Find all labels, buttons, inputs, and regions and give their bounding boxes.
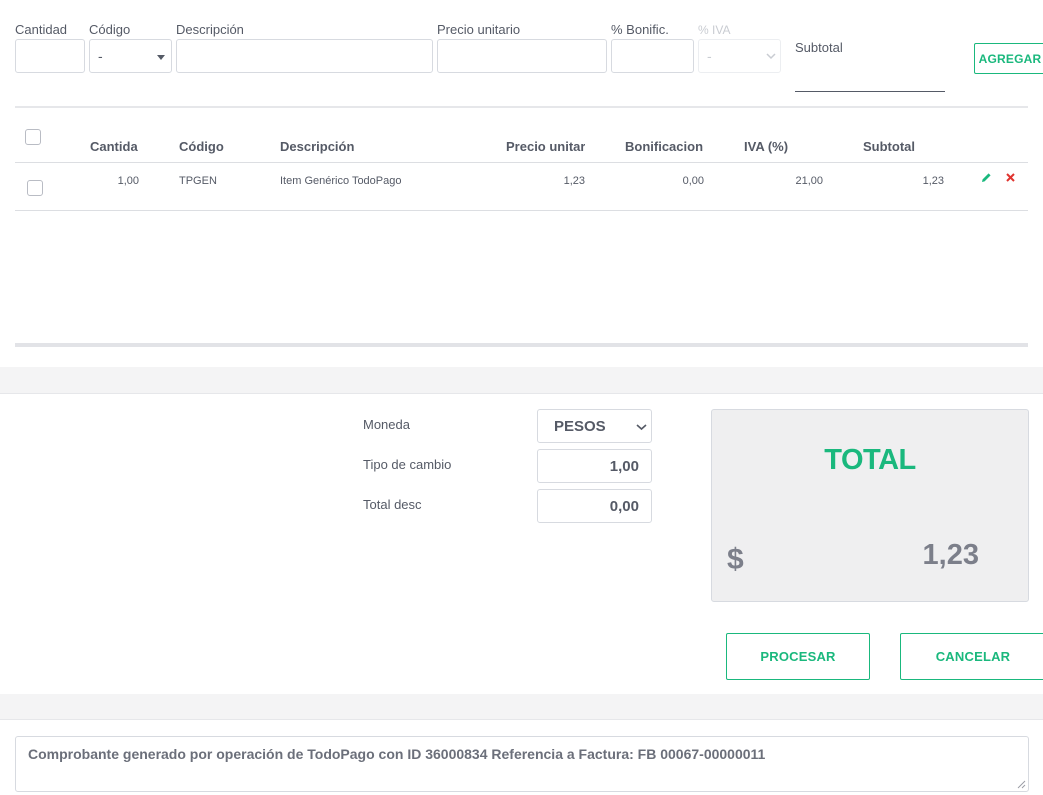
cell-codigo: TPGEN (179, 175, 217, 187)
total-desc-label: Total desc (363, 497, 422, 512)
agregar-button[interactable]: AGREGAR (974, 43, 1043, 74)
subtotal-field-underline (795, 91, 945, 92)
moneda-select-value: PESOS (554, 417, 606, 435)
bonific-label: % Bonific. (611, 22, 669, 37)
total-panel: TOTAL $ 1,23 (711, 409, 1029, 602)
bonific-input[interactable] (611, 39, 694, 73)
table-bottom-scrollbar[interactable] (15, 343, 1028, 347)
cantidad-label: Cantidad (15, 22, 68, 37)
th-bonificacion[interactable]: Bonificacion ( (625, 139, 704, 154)
cell-precio: 1,23 (563, 175, 585, 187)
chevron-down-icon (636, 424, 647, 431)
table-top-divider (15, 106, 1028, 108)
cell-descripcion: Item Genérico TodoPago (280, 175, 402, 187)
total-desc-input[interactable]: 0,00 (537, 489, 652, 523)
descripcion-input[interactable] (176, 39, 433, 73)
section-separator (0, 694, 1043, 719)
table-row-divider (15, 210, 1028, 211)
cancelar-button[interactable]: CANCELAR (900, 633, 1043, 680)
precio-unitario-input[interactable] (437, 39, 607, 73)
moneda-select[interactable]: PESOS (537, 409, 652, 443)
currency-symbol: $ (727, 543, 744, 576)
section-separator-line (0, 393, 1043, 394)
cell-bonificacion: 0,00 (682, 175, 704, 187)
row-checkbox[interactable] (27, 180, 43, 196)
th-cantidad[interactable]: Cantidad (90, 139, 138, 154)
codigo-select[interactable]: - (89, 39, 172, 73)
th-precio-unitario[interactable]: Precio unitari (506, 139, 585, 154)
codigo-label: Código (89, 22, 131, 37)
section-separator-line (0, 719, 1043, 720)
notes-textarea[interactable]: Comprobante generado por operación de To… (15, 736, 1029, 792)
delete-x-icon[interactable] (1006, 173, 1015, 182)
th-descripcion[interactable]: Descripción (280, 139, 354, 154)
notes-text: Comprobante generado por operación de To… (28, 746, 766, 762)
iva-select-value: - (707, 48, 712, 64)
descripcion-label: Descripción (176, 22, 244, 37)
iva-label: % IVA (698, 23, 731, 37)
subtotal-label: Subtotal (795, 40, 843, 55)
th-codigo[interactable]: Código (179, 139, 224, 154)
edit-pencil-icon[interactable] (981, 172, 992, 183)
precio-unitario-label: Precio unitario (437, 22, 521, 37)
cell-cantidad: 1,00 (117, 175, 139, 187)
table-header-divider (15, 162, 1028, 163)
th-iva[interactable]: IVA (%) (744, 139, 788, 154)
cell-subtotal: 1,23 (922, 175, 944, 187)
tipo-cambio-label: Tipo de cambio (363, 457, 452, 472)
caret-down-icon (157, 55, 165, 60)
total-title: TOTAL (824, 444, 916, 476)
procesar-button[interactable]: PROCESAR (726, 633, 870, 680)
moneda-label: Moneda (363, 417, 410, 432)
cell-iva: 21,00 (795, 175, 823, 187)
chevron-down-icon (766, 53, 776, 60)
cantidad-input[interactable] (15, 39, 85, 73)
iva-select[interactable]: - (698, 39, 781, 73)
resize-grip-icon[interactable] (1017, 780, 1026, 789)
codigo-select-value: - (98, 48, 103, 64)
section-separator (0, 367, 1043, 393)
th-subtotal[interactable]: Subtotal (863, 139, 915, 154)
total-amount: 1,23 (922, 539, 979, 571)
tipo-cambio-input[interactable]: 1,00 (537, 449, 652, 483)
select-all-checkbox[interactable] (25, 129, 41, 145)
